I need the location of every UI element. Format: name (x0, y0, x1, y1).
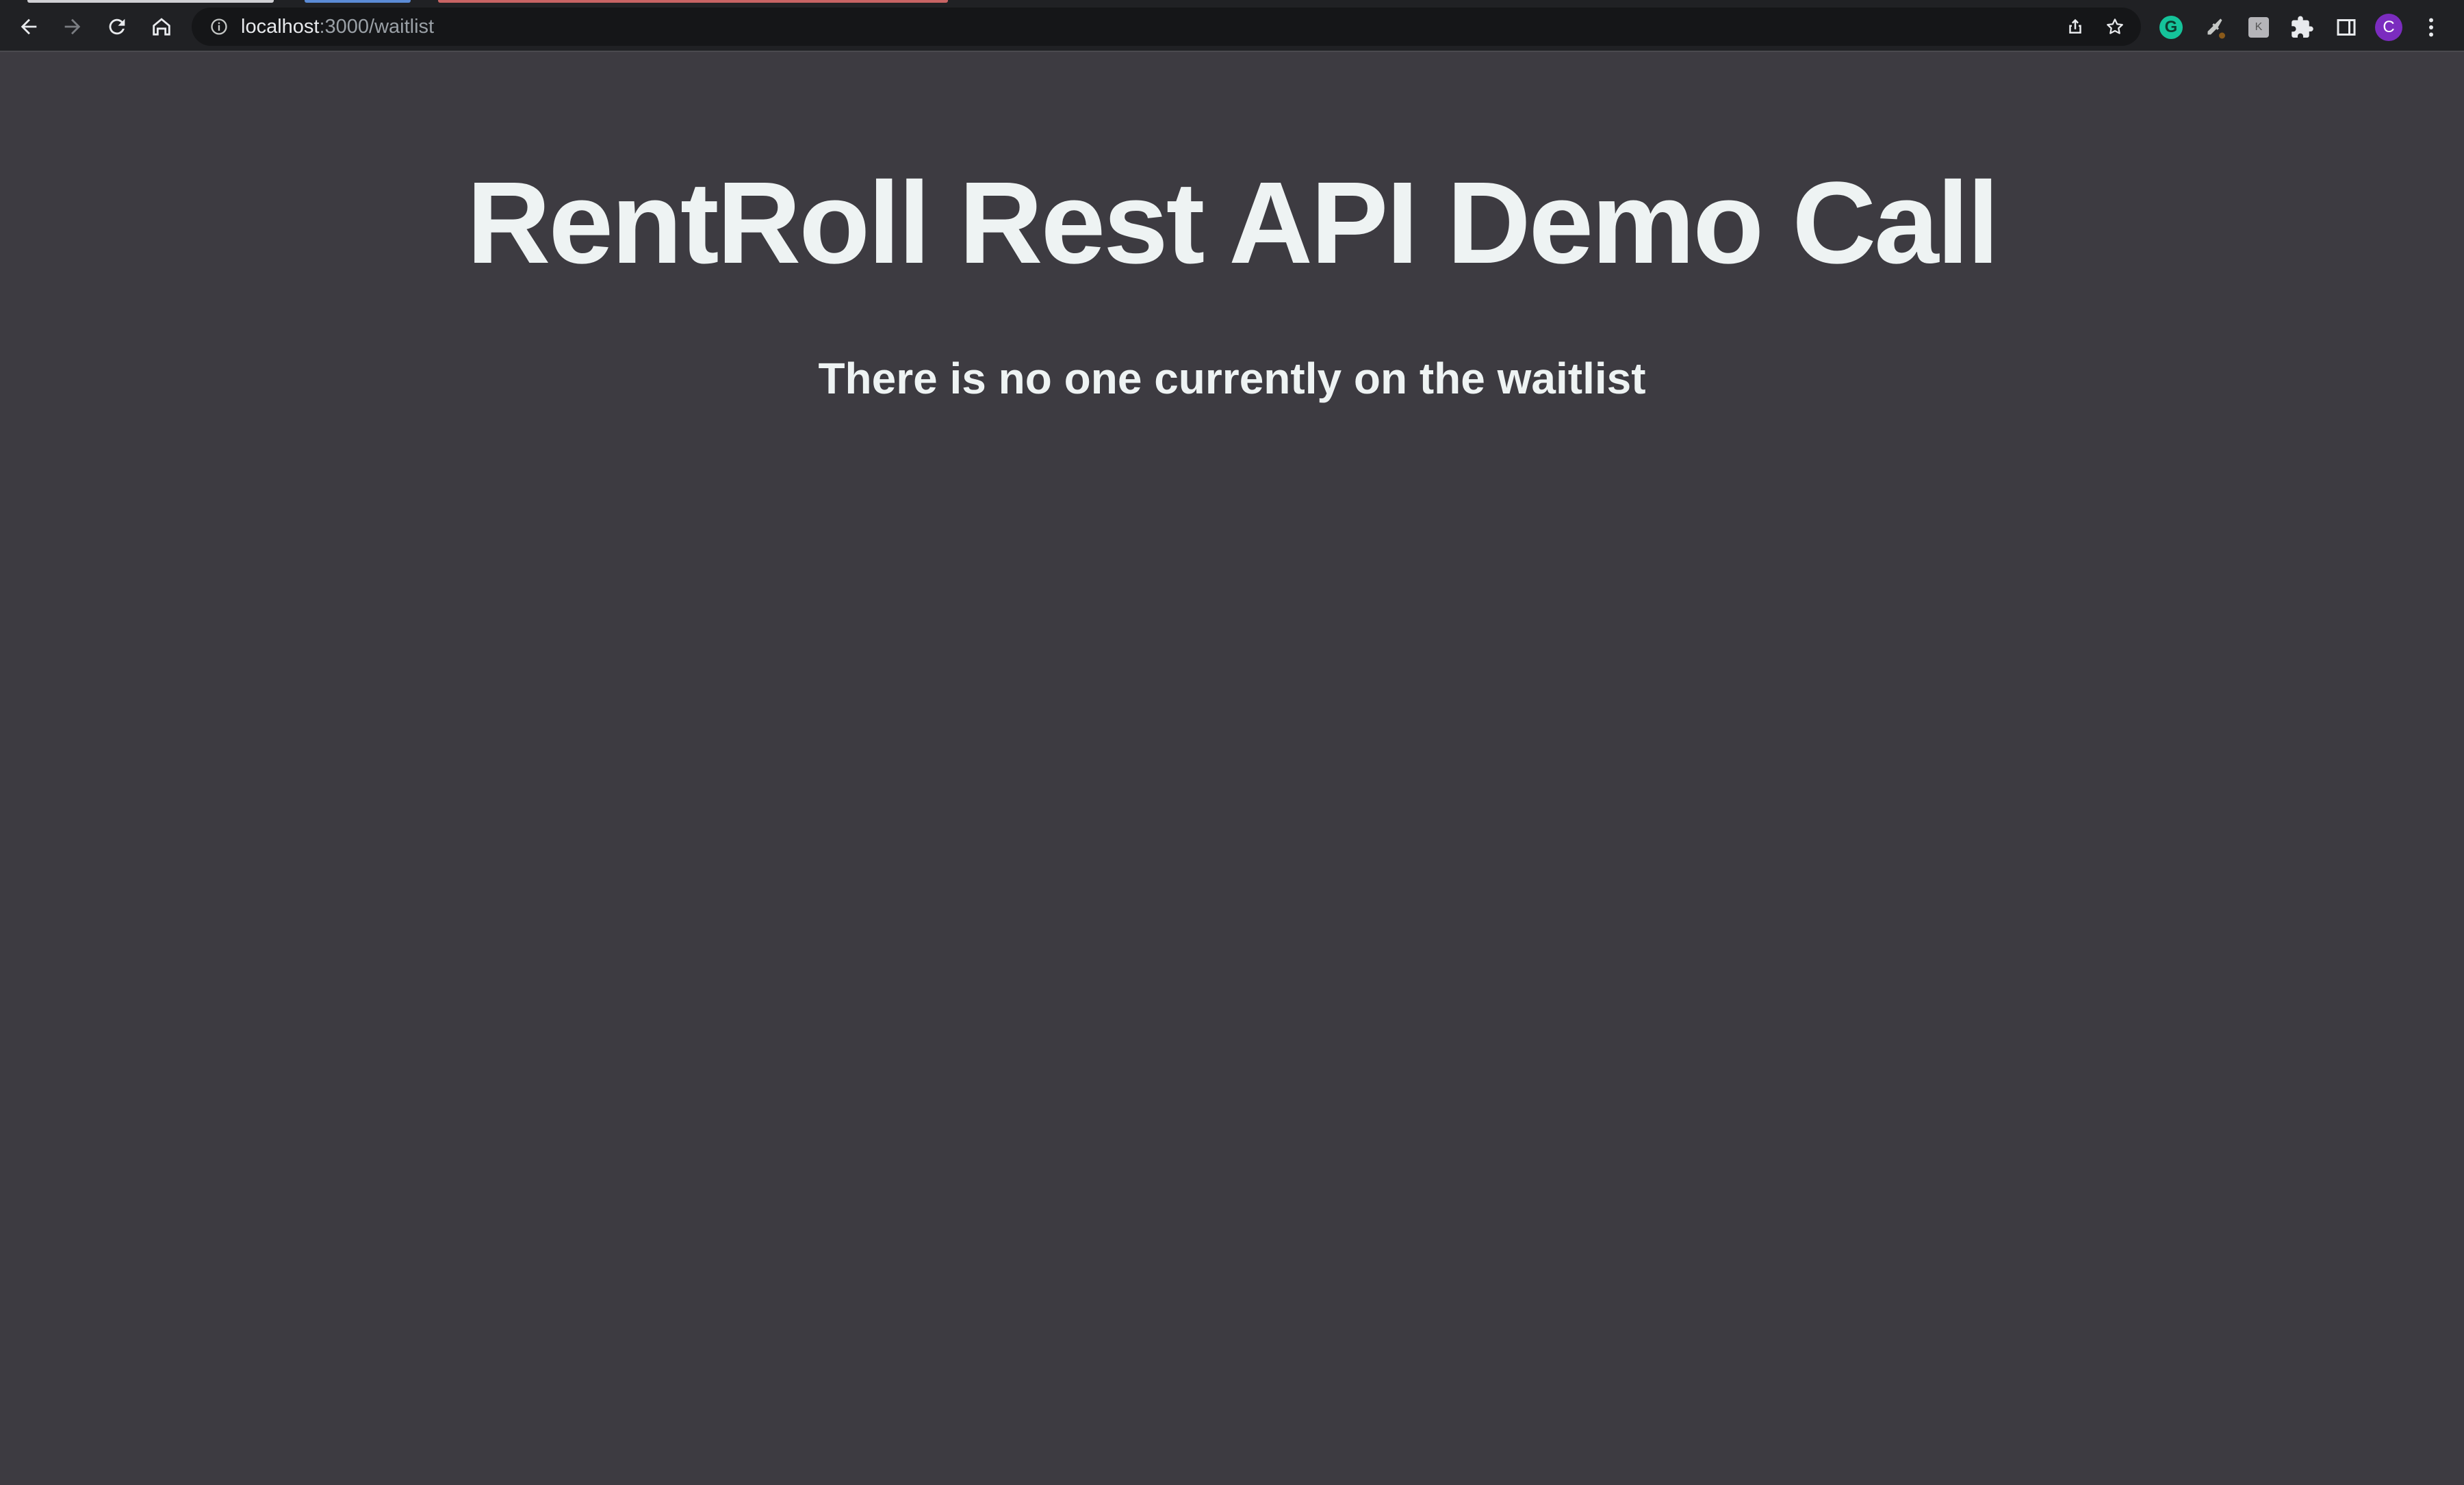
reload-button[interactable] (99, 9, 135, 44)
page-title: RentRoll Rest API Demo Call (466, 158, 1999, 288)
waitlist-empty-message: There is no one currently on the waitlis… (818, 354, 1646, 403)
profile-avatar[interactable]: C (2374, 12, 2404, 42)
box-extension-glyph: K (2248, 17, 2269, 38)
home-icon (153, 18, 170, 36)
address-bar-actions (2062, 13, 2129, 40)
side-panel-icon[interactable] (2331, 12, 2361, 42)
forward-button[interactable] (55, 9, 90, 44)
home-button[interactable] (144, 9, 179, 44)
url-host: localhost (241, 15, 320, 38)
site-info-icon[interactable] (207, 14, 231, 39)
box-extension-icon[interactable]: K (2244, 12, 2274, 42)
browser-window: localhost:3000/waitlist G K C RentRoll R… (0, 0, 2464, 1485)
url-text[interactable]: localhost:3000/waitlist (241, 16, 434, 38)
back-button[interactable] (11, 9, 47, 44)
url-path: :3000/waitlist (319, 15, 435, 38)
back-arrow-icon (21, 18, 37, 35)
page-content: RentRoll Rest API Demo Call There is no … (0, 52, 2464, 1485)
avatar-initial: C (2375, 14, 2402, 41)
reload-icon (109, 18, 125, 35)
grammarly-extension-icon[interactable]: G (2156, 12, 2186, 42)
eyedropper-extension-icon[interactable] (2200, 12, 2230, 42)
browser-menu-icon[interactable] (2416, 12, 2446, 42)
browser-toolbar: localhost:3000/waitlist G K C (0, 3, 2464, 52)
extensions-puzzle-icon[interactable] (2287, 12, 2318, 42)
address-bar[interactable]: localhost:3000/waitlist (192, 8, 2141, 46)
forward-arrow-icon (64, 18, 81, 35)
grammarly-logo: G (2159, 16, 2183, 39)
share-icon[interactable] (2062, 13, 2089, 40)
bookmark-star-icon[interactable] (2101, 13, 2129, 40)
